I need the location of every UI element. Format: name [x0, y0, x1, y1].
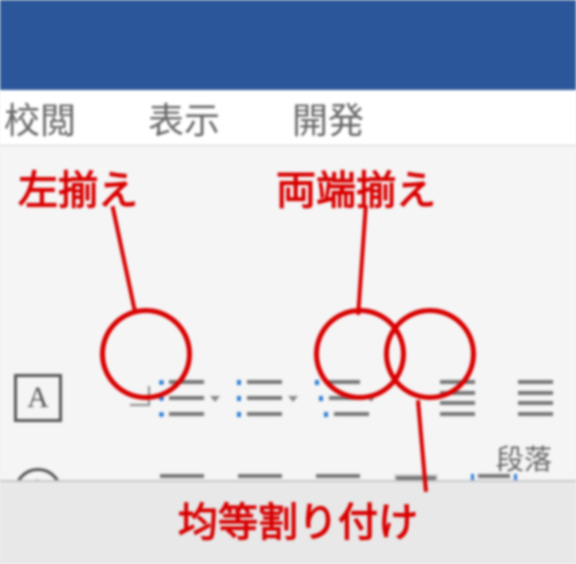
- font-box-button[interactable]: A: [12, 376, 64, 420]
- annotation-align-left: 左揃え: [18, 158, 138, 216]
- tab-view[interactable]: 表示: [148, 92, 220, 144]
- multilevel-list-button[interactable]: [312, 376, 364, 420]
- group-label-paragraph: 段落: [496, 438, 552, 478]
- tab-developer[interactable]: 開発: [292, 92, 364, 144]
- numbered-list-icon: [238, 380, 282, 416]
- ribbon-tabs: 校閲 表示 開発: [0, 90, 576, 146]
- annotation-distribute: 均等割り付け: [178, 490, 418, 548]
- dialog-launcher-icon[interactable]: [130, 386, 150, 406]
- title-bar: [0, 0, 576, 90]
- multilevel-list-icon: [316, 380, 360, 416]
- decrease-indent-button[interactable]: [436, 376, 488, 420]
- tab-review[interactable]: 校閲: [4, 92, 76, 144]
- annotation-justify: 両端揃え: [276, 158, 436, 216]
- decrease-indent-icon: [440, 380, 484, 416]
- increase-indent-icon: [518, 380, 562, 416]
- ribbon-row-top: A: [12, 376, 566, 420]
- font-a-icon: A: [14, 374, 62, 422]
- increase-indent-button[interactable]: [514, 376, 566, 420]
- bullet-list-button[interactable]: [156, 376, 208, 420]
- numbered-list-button[interactable]: [234, 376, 286, 420]
- bullets-icon: [160, 380, 204, 416]
